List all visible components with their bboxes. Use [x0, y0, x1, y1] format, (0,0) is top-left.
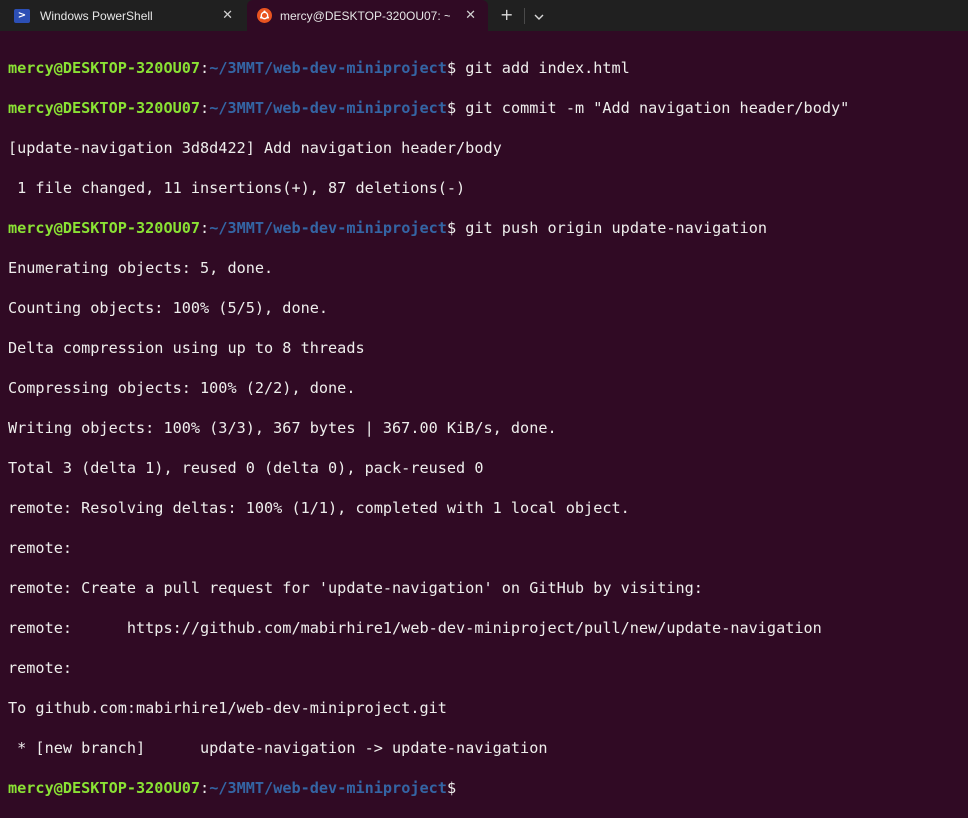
prompt-colon: : — [200, 99, 210, 117]
prompt-user: mercy@DESKTOP-320OU07 — [8, 99, 201, 117]
prompt-user: mercy@DESKTOP-320OU07 — [8, 779, 201, 797]
output-line[interactable]: remote: https://github.com/mabirhire1/we… — [8, 618, 968, 638]
tab-bar: > Windows PowerShell ✕ mercy@DESKTOP-320… — [0, 0, 968, 31]
tab-windows-powershell[interactable]: > Windows PowerShell ✕ — [0, 0, 245, 31]
powershell-icon: > — [14, 8, 30, 23]
close-icon[interactable]: ✕ — [465, 8, 476, 22]
output-line: remote: Resolving deltas: 100% (1/1), co… — [8, 499, 630, 517]
prompt-path: ~/3MMT/web-dev-miniproject — [209, 779, 447, 797]
prompt-symbol: $ — [446, 779, 457, 797]
output-line: remote: — [8, 659, 73, 677]
prompt-user: mercy@DESKTOP-320OU07 — [8, 219, 201, 237]
command-text: git add index.html — [456, 59, 630, 77]
chevron-down-icon[interactable] — [533, 8, 545, 27]
terminal-line: mercy@DESKTOP-320OU07:~/3MMT/web-dev-min… — [8, 218, 968, 238]
plus-icon[interactable]: + — [500, 5, 513, 24]
prompt-symbol: $ — [446, 59, 457, 77]
output-line: To github.com:mabirhire1/web-dev-minipro… — [8, 699, 447, 717]
prompt-path: ~/3MMT/web-dev-miniproject — [209, 59, 447, 77]
prompt-path: ~/3MMT/web-dev-miniproject — [209, 219, 447, 237]
output-line: * [new branch] update-navigation -> upda… — [8, 739, 548, 757]
tab-title: Windows PowerShell — [40, 8, 153, 23]
output-line: remote: Create a pull request for 'updat… — [8, 579, 703, 597]
output-line: Writing objects: 100% (3/3), 367 bytes |… — [8, 419, 557, 437]
close-icon[interactable]: ✕ — [222, 8, 233, 22]
prompt-colon: : — [200, 779, 210, 797]
prompt-symbol: $ — [446, 219, 457, 237]
command-text: git push origin update-navigation — [456, 219, 767, 237]
output-line: Compressing objects: 100% (2/2), done. — [8, 379, 356, 397]
output-line: Enumerating objects: 5, done. — [8, 259, 274, 277]
tab-ubuntu[interactable]: mercy@DESKTOP-320OU07: ~ ✕ — [247, 0, 488, 31]
output-line: 1 file changed, 11 insertions(+), 87 del… — [8, 179, 466, 197]
terminal-line: mercy@DESKTOP-320OU07:~/3MMT/web-dev-min… — [8, 58, 968, 78]
prompt-symbol: $ — [446, 99, 457, 117]
output-line: remote: — [8, 539, 73, 557]
prompt-colon: : — [200, 219, 210, 237]
output-line: Delta compression using up to 8 threads — [8, 339, 365, 357]
terminal-cursor — [456, 778, 465, 796]
output-line: [update-navigation 3d8d422] Add navigati… — [8, 139, 502, 157]
terminal-line: mercy@DESKTOP-320OU07:~/3MMT/web-dev-min… — [8, 98, 968, 118]
tab-divider — [524, 8, 525, 24]
terminal-output[interactable]: mercy@DESKTOP-320OU07:~/3MMT/web-dev-min… — [8, 38, 968, 818]
output-line: Counting objects: 100% (5/5), done. — [8, 299, 329, 317]
command-text: git commit -m "Add navigation header/bod… — [456, 99, 850, 117]
tab-title: mercy@DESKTOP-320OU07: ~ — [280, 8, 450, 23]
ubuntu-icon — [257, 8, 272, 23]
terminal-line: mercy@DESKTOP-320OU07:~/3MMT/web-dev-min… — [8, 778, 968, 798]
prompt-colon: : — [200, 59, 210, 77]
prompt-path: ~/3MMT/web-dev-miniproject — [209, 99, 447, 117]
output-line: Total 3 (delta 1), reused 0 (delta 0), p… — [8, 459, 484, 477]
prompt-user: mercy@DESKTOP-320OU07 — [8, 59, 201, 77]
